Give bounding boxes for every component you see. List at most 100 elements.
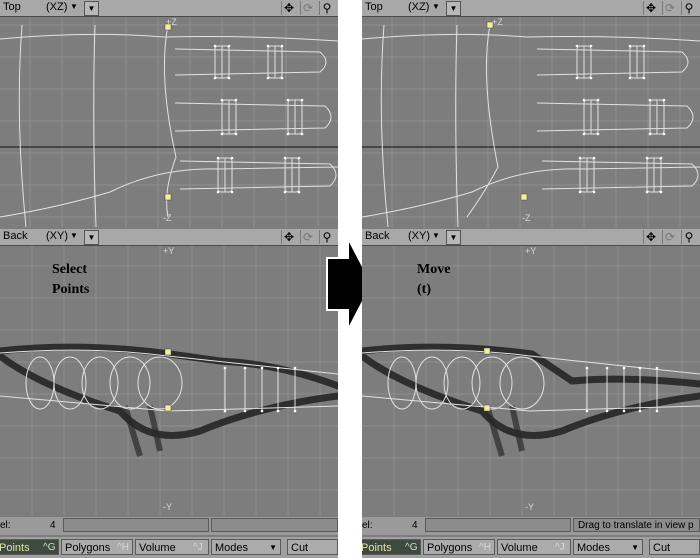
selected-point <box>520 193 528 201</box>
vertex-point <box>582 98 586 102</box>
back-view-wireframe[interactable] <box>0 246 338 515</box>
top-view-wireframe[interactable] <box>362 17 700 227</box>
cut-button[interactable]: Cut <box>287 539 338 555</box>
vertex-point <box>655 366 659 370</box>
wire-edge <box>536 102 694 132</box>
dropdown-arrow-icon[interactable]: ▼ <box>84 230 99 245</box>
chevron-down-icon[interactable]: ▼ <box>70 231 78 240</box>
view-axis-selector[interactable]: (XY) <box>408 230 430 242</box>
points-mode-button[interactable]: Points ^G <box>0 539 59 555</box>
selected-point <box>164 193 172 201</box>
button-label: Cut <box>653 542 671 554</box>
vertex-point <box>234 132 238 136</box>
rotate-icon[interactable]: ⟳ <box>662 1 677 15</box>
vertex-point <box>283 190 287 194</box>
vertex-point <box>293 409 297 413</box>
shortcut-hint: ^G <box>405 542 418 553</box>
view-axis-selector[interactable]: (XZ) <box>408 1 429 13</box>
vertex-point <box>213 44 217 48</box>
volume-mode-button[interactable]: Volume ^J <box>135 539 209 555</box>
vertex-point <box>266 76 270 80</box>
volume-mode-button[interactable]: Volume ^J <box>497 539 571 555</box>
selection-label: el: <box>0 520 11 531</box>
chevron-down-icon[interactable]: ▼ <box>70 2 78 11</box>
wire-edge <box>380 24 389 227</box>
shortcut-hint: ^G <box>43 542 56 553</box>
magnifier-icon[interactable]: ⚲ <box>681 230 696 244</box>
button-label: Volume <box>139 542 176 554</box>
view-axis-selector[interactable]: (XY) <box>46 230 68 242</box>
cut-button[interactable]: Cut <box>649 539 700 555</box>
viewport-header: Back (XY) ▼ ▼ ✥ ⟳ ⚲ <box>0 229 338 246</box>
vertex-point <box>280 76 284 80</box>
back-viewport[interactable]: Back (XY) ▼ ▼ ✥ ⟳ ⚲ +Y -Y Select Points <box>0 229 338 515</box>
wire-loop <box>53 356 87 410</box>
top-view-wireframe[interactable] <box>0 17 338 227</box>
dropdown-arrow-icon[interactable]: ▼ <box>84 1 99 16</box>
points-mode-button[interactable]: Points ^G <box>362 539 421 555</box>
selection-mode-toolbar: Points ^G Polygons ^H Volume ^J Modes ▼ … <box>362 537 700 558</box>
axis-label-neg-y: -Y <box>525 502 534 512</box>
back-view-canvas[interactable]: +Y -Y Select Points <box>0 246 338 515</box>
vertex-point <box>645 156 649 160</box>
top-view-canvas[interactable]: +Z -Z <box>362 17 700 227</box>
button-label: Polygons <box>65 542 111 554</box>
vertex-point <box>223 366 227 370</box>
vertex-point <box>662 132 666 136</box>
vertex-point <box>297 190 301 194</box>
back-viewport[interactable]: Back (XY) ▼ ▼ ✥ ⟳ ⚲ +Y -Y Move (t) <box>362 229 700 515</box>
rotate-icon[interactable]: ⟳ <box>662 230 677 244</box>
vertex-point <box>659 156 663 160</box>
vertex-point <box>300 132 304 136</box>
chevron-down-icon[interactable]: ▼ <box>432 2 440 11</box>
four-way-arrow-icon[interactable]: ✥ <box>281 230 296 244</box>
dropdown-arrow-icon[interactable]: ▼ <box>446 230 461 245</box>
top-viewport[interactable]: Top (XZ) ▼ ▼ ✥ ⟳ ⚲ +Z -Z <box>0 0 338 227</box>
four-way-arrow-icon[interactable]: ✥ <box>643 230 658 244</box>
vertex-point <box>266 44 270 48</box>
vertex-point <box>578 156 582 160</box>
dropdown-arrow-icon[interactable]: ▼ <box>446 1 461 16</box>
top-view-canvas[interactable]: +Z -Z <box>0 17 338 227</box>
vertex-point <box>589 44 593 48</box>
vertex-point <box>592 190 596 194</box>
four-way-arrow-icon[interactable]: ✥ <box>281 1 296 15</box>
polygons-mode-button[interactable]: Polygons ^H <box>61 539 133 555</box>
wire-edge <box>0 33 338 42</box>
axis-label-pos-z: +Z <box>492 17 503 27</box>
magnifier-icon[interactable]: ⚲ <box>681 1 696 15</box>
modes-dropdown[interactable]: Modes ▼ <box>573 539 643 555</box>
vertex-point <box>578 190 582 194</box>
vertex-point <box>592 156 596 160</box>
shortcut-hint: ^J <box>193 542 203 553</box>
chevron-down-icon[interactable]: ▼ <box>432 231 440 240</box>
back-view-canvas[interactable]: +Y -Y Move (t) <box>362 246 700 515</box>
vertex-point <box>276 409 280 413</box>
selected-point <box>483 404 491 412</box>
rotate-icon[interactable]: ⟳ <box>300 1 315 15</box>
axis-label-pos-y: +Y <box>163 246 175 256</box>
right-viewport-panel: Top (XZ) ▼ ▼ ✥ ⟳ ⚲ +Z -Z Back (XY) ▼ ▼ ✥… <box>362 0 700 558</box>
selection-label: el: <box>362 520 373 531</box>
four-way-arrow-icon[interactable]: ✥ <box>643 1 658 15</box>
selected-point <box>164 348 172 356</box>
shortcut-hint: ^H <box>479 542 491 553</box>
vertex-point <box>216 190 220 194</box>
vertex-point <box>243 366 247 370</box>
vertex-point <box>575 44 579 48</box>
top-viewport[interactable]: Top (XZ) ▼ ▼ ✥ ⟳ ⚲ +Z -Z <box>362 0 700 227</box>
rotate-icon[interactable]: ⟳ <box>300 230 315 244</box>
modes-dropdown[interactable]: Modes ▼ <box>211 539 281 555</box>
view-axis-selector[interactable]: (XZ) <box>46 1 67 13</box>
magnifier-icon[interactable]: ⚲ <box>319 1 334 15</box>
axis-label-pos-y: +Y <box>525 246 537 256</box>
wire-edge <box>18 24 27 227</box>
back-view-wireframe[interactable] <box>362 246 700 515</box>
polygons-mode-button[interactable]: Polygons ^H <box>423 539 495 555</box>
status-message: Drag to translate in view p <box>573 518 700 532</box>
vertex-point <box>280 44 284 48</box>
vertex-point <box>216 156 220 160</box>
vertex-point <box>605 409 609 413</box>
vertex-point <box>293 366 297 370</box>
vertex-point <box>220 98 224 102</box>
